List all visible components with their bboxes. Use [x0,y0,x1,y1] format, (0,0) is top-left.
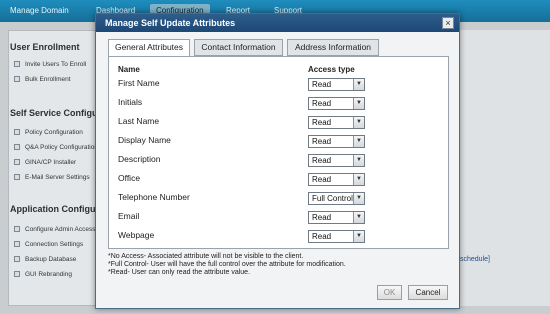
access-type-select[interactable]: Read ▼ [308,135,365,148]
sidebar-item-invite-users[interactable]: Invite Users To Enroll [14,61,86,68]
attributes-panel: Name Access type First Name Read ▼ Initia… [108,56,449,249]
dropdown-arrow-icon: ▼ [353,79,364,90]
tab-address-information[interactable]: Address Information [287,39,379,56]
dropdown-arrow-icon: ▼ [353,193,364,204]
attribute-name: Webpage [118,230,155,240]
dialog-header: Manage Self Update Attributes × [96,14,459,32]
sidebar-item-policy-configuration[interactable]: Policy Configuration [14,129,83,136]
manage-self-update-dialog: Manage Self Update Attributes × General … [95,13,460,309]
sidebar-item-qa-policy[interactable]: Q&A Policy Configuration [14,144,98,151]
column-header-access-type: Access type [308,65,355,74]
dropdown-arrow-icon: ▼ [353,155,364,166]
mail-icon [14,174,20,180]
access-type-select[interactable]: Read ▼ [308,97,365,110]
access-type-notes: *No Access- Associated attribute will no… [108,253,346,278]
access-type-select[interactable]: Read ▼ [308,154,365,167]
section-title-user-enrollment: User Enrollment [10,42,80,52]
sidebar-item-bulk-enrollment[interactable]: Bulk Enrollment [14,76,71,83]
bulk-icon [14,76,20,82]
attribute-name: Description [118,154,161,164]
access-type-select[interactable]: Read ▼ [308,173,365,186]
nav-tab-manage-domain[interactable]: Manage Domain [10,6,69,15]
access-type-select[interactable]: Read ▼ [308,211,365,224]
sidebar-item-gina-installer[interactable]: GINA/CP Installer [14,159,76,166]
schedule-link[interactable]: schedule] [460,256,490,263]
rebranding-icon [14,271,20,277]
connection-icon [14,241,20,247]
close-icon[interactable]: × [442,17,454,29]
sidebar-item-email-server[interactable]: E-Mail Server Settings [14,174,90,181]
invite-icon [14,61,20,67]
attribute-name: Office [118,173,141,183]
note-no-access: *No Access- Associated attribute will no… [108,253,304,260]
access-type-select[interactable]: Read ▼ [308,116,365,129]
dropdown-arrow-icon: ▼ [353,117,364,128]
sidebar-item-connection-settings[interactable]: Connection Settings [14,241,83,248]
ok-button[interactable]: OK [377,285,402,300]
dropdown-arrow-icon: ▼ [353,212,364,223]
attribute-name: Display Name [118,135,171,145]
admin-icon [14,226,20,232]
database-icon [14,256,20,262]
attribute-name: Last Name [118,116,160,126]
column-header-name: Name [118,65,140,74]
attribute-name: First Name [118,78,160,88]
installer-icon [14,159,20,165]
attribute-name: Telephone Number [118,192,190,202]
access-type-select[interactable]: Read ▼ [308,78,365,91]
dropdown-arrow-icon: ▼ [353,136,364,147]
dropdown-arrow-icon: ▼ [353,98,364,109]
access-type-select[interactable]: Read ▼ [308,230,365,243]
tab-contact-information[interactable]: Contact Information [194,39,283,56]
tab-general-attributes[interactable]: General Attributes [108,39,190,57]
sidebar-item-gui-rebranding[interactable]: GUI Rebranding [14,271,72,278]
note-full-control: *Full Control- User will have the full c… [108,261,346,269]
left-sidebar [8,30,100,306]
sidebar-item-backup-database[interactable]: Backup Database [14,256,76,263]
cancel-button[interactable]: Cancel [408,285,448,300]
sidebar-item-admin-access[interactable]: Configure Admin Access [14,226,95,233]
qa-icon [14,144,20,150]
note-read: *Read- User can only read the attribute … [108,269,251,277]
access-type-select[interactable]: Full Control ▼ [308,192,365,205]
dialog-title: Manage Self Update Attributes [105,18,236,28]
right-panel [456,30,550,306]
attribute-name: Email [118,211,140,221]
policy-icon [14,129,20,135]
dropdown-arrow-icon: ▼ [353,174,364,185]
dropdown-arrow-icon: ▼ [353,231,364,242]
attribute-name: Initials [118,97,143,107]
